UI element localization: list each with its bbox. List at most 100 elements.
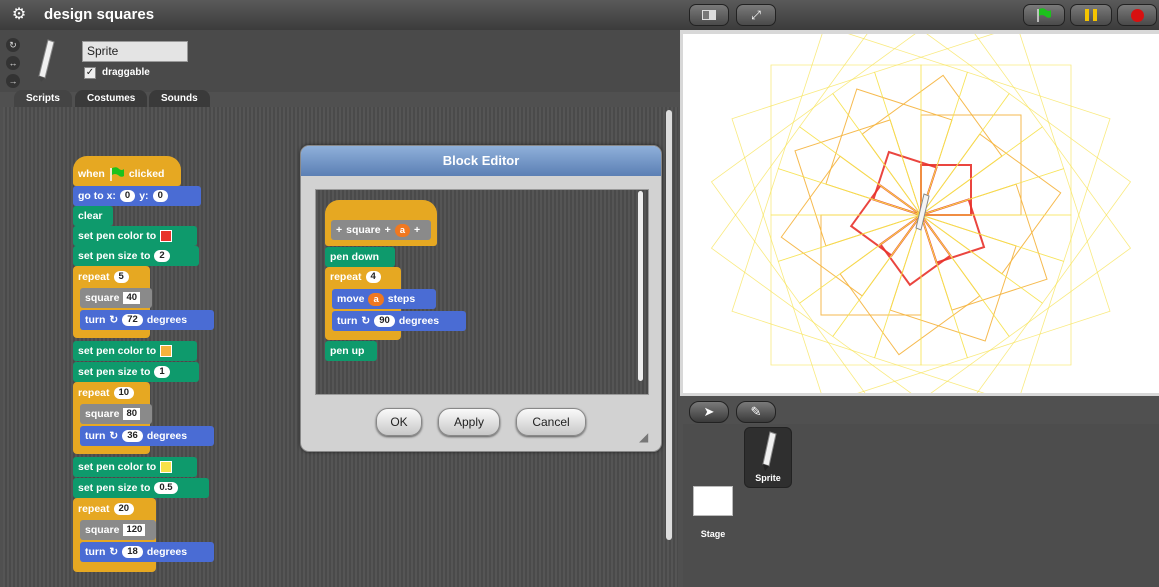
repeat-label: repeat	[78, 271, 110, 283]
pen-up-block[interactable]: pen up	[325, 341, 377, 361]
when-flag-clicked-block[interactable]: when clicked	[73, 164, 169, 184]
turn-block-2[interactable]: turn ↻ 36 degrees	[80, 426, 214, 446]
draggable-label: draggable	[102, 67, 150, 78]
scripts-scrollbar[interactable]	[666, 110, 672, 540]
pen-trail-square	[799, 214, 1010, 426]
repeat-label: repeat	[78, 503, 110, 515]
turtle-arrow-icon: ➤	[703, 404, 715, 419]
degrees-label: degrees	[146, 314, 188, 326]
repeat-header-2: repeat 10	[73, 383, 139, 403]
x-input[interactable]: 0	[119, 190, 136, 202]
tab-sounds[interactable]: Sounds	[149, 90, 210, 107]
repeat-count-input[interactable]: 20	[113, 503, 135, 515]
repeat-label: repeat	[78, 387, 110, 399]
repeat-label: repeat	[330, 271, 362, 283]
move-steps-block[interactable]: move a steps	[332, 289, 436, 309]
stage-size-button[interactable]	[689, 4, 729, 26]
clear-block[interactable]: clear	[73, 206, 113, 226]
add-input-plus[interactable]: +	[385, 224, 391, 236]
square-call-block-1[interactable]: square 40	[80, 288, 152, 308]
pen-size-input[interactable]: 2	[154, 250, 170, 262]
pen-trail-square	[920, 93, 1132, 304]
add-input-plus[interactable]: +	[414, 224, 420, 236]
set-pen-size-block-2[interactable]: set pen size to 1	[73, 362, 199, 382]
green-flag-icon	[110, 167, 124, 181]
settings-gear-icon[interactable]: ⚙	[10, 6, 28, 24]
editor-turn-block[interactable]: turn ↻ 90 degrees	[332, 311, 466, 331]
set-pen-size-block-3[interactable]: set pen size to 0.5	[73, 478, 209, 498]
set-pen-size-label: set pen size to	[78, 250, 151, 262]
pen-size-input[interactable]: 1	[154, 366, 170, 378]
repeat-header-3: repeat 20	[73, 499, 139, 519]
turn-label: turn	[85, 546, 106, 558]
turn-block-3[interactable]: turn ↻ 18 degrees	[80, 542, 214, 562]
set-pen-size-block-1[interactable]: set pen size to 2	[73, 246, 199, 266]
project-title: design squares	[44, 6, 155, 23]
pen-trail-square	[920, 214, 1072, 366]
pen-trail-square	[731, 168, 922, 359]
rotate-none-icon[interactable]: →	[6, 74, 20, 88]
custom-block-prototype[interactable]: + square + a +	[331, 220, 431, 240]
pen-trail-square	[820, 214, 922, 316]
fullscreen-button[interactable]: ⤢	[736, 4, 776, 26]
pen-down-block[interactable]: pen down	[325, 247, 395, 267]
square-call-block-3[interactable]: square 120	[80, 520, 156, 540]
pen-trail-square	[920, 126, 1132, 337]
repeat-count-input[interactable]: 10	[113, 387, 135, 399]
param-a[interactable]: a	[394, 223, 411, 237]
stage-thumbnail[interactable]	[693, 486, 733, 516]
square-size-input[interactable]: 120	[123, 524, 146, 536]
pen-trail-square	[710, 93, 922, 304]
set-pen-color-block-2[interactable]: set pen color to	[73, 341, 197, 361]
pen-trail-square	[799, 4, 1010, 216]
turn-clockwise-icon: ↻	[109, 430, 119, 442]
pen-trail-square	[770, 64, 922, 216]
turn-degrees-input[interactable]: 72	[122, 314, 143, 326]
stop-button[interactable]	[1117, 4, 1157, 26]
stage-size-icon	[702, 10, 716, 20]
block-editor-dialog: Block Editor + square + a + pen down rep…	[300, 145, 662, 452]
stage-thumbnail-label: Stage	[700, 529, 726, 539]
turn-block-1[interactable]: turn ↻ 72 degrees	[80, 310, 214, 330]
ok-button[interactable]: OK	[376, 408, 422, 436]
param-a-reporter[interactable]: a	[368, 292, 384, 306]
stage[interactable]	[683, 4, 1159, 426]
pen-trail-square	[920, 64, 1072, 216]
turn-degrees-input[interactable]: 36	[122, 430, 143, 442]
turn-degrees-input[interactable]: 18	[122, 546, 143, 558]
paintbrush-icon: ✎	[750, 404, 762, 419]
draggable-checkbox[interactable]: ✓	[84, 67, 96, 79]
sprite-name-field[interactable]: Sprite	[82, 41, 188, 62]
green-flag-button[interactable]	[1023, 4, 1065, 26]
y-input[interactable]: 0	[152, 190, 168, 202]
tab-costumes[interactable]: Costumes	[75, 90, 148, 107]
block-editor-title[interactable]: Block Editor	[301, 146, 661, 176]
color-swatch-yellow[interactable]	[160, 461, 173, 473]
turn-degrees-input[interactable]: 90	[374, 315, 395, 327]
set-pen-color-block-1[interactable]: set pen color to	[73, 226, 197, 246]
rotate-full-icon[interactable]: ↻	[6, 38, 20, 52]
add-input-plus[interactable]: +	[336, 224, 342, 236]
block-editor-scrollbar[interactable]	[638, 191, 643, 381]
pen-trail-square	[920, 133, 1062, 275]
repeat-count-input[interactable]: 4	[365, 271, 381, 283]
square-size-input[interactable]: 80	[123, 408, 141, 420]
square-label: square	[85, 524, 120, 536]
pause-button[interactable]	[1070, 4, 1112, 26]
pen-size-input[interactable]: 0.5	[154, 482, 178, 494]
app-window: ⚙ design squares ⤢ ↻ ↔ → Sprite ✓ dragga…	[0, 0, 1159, 587]
color-swatch-orange[interactable]	[160, 345, 173, 357]
square-size-input[interactable]: 40	[123, 292, 141, 304]
go-to-xy-block[interactable]: go to x: 0 y: 0	[73, 186, 201, 206]
repeat-count-input[interactable]: 5	[113, 271, 129, 283]
tab-scripts[interactable]: Scripts	[14, 90, 72, 107]
set-pen-color-block-3[interactable]: set pen color to	[73, 457, 197, 477]
new-turtle-button[interactable]: ➤	[689, 401, 729, 423]
cancel-button[interactable]: Cancel	[516, 408, 586, 436]
color-swatch-red[interactable]	[160, 230, 173, 242]
apply-button[interactable]: Apply	[438, 408, 500, 436]
square-call-block-2[interactable]: square 80	[80, 404, 152, 424]
resize-handle-icon[interactable]: ◢	[639, 430, 653, 444]
paint-new-sprite-button[interactable]: ✎	[736, 401, 776, 423]
rotate-flip-icon[interactable]: ↔	[6, 56, 20, 70]
